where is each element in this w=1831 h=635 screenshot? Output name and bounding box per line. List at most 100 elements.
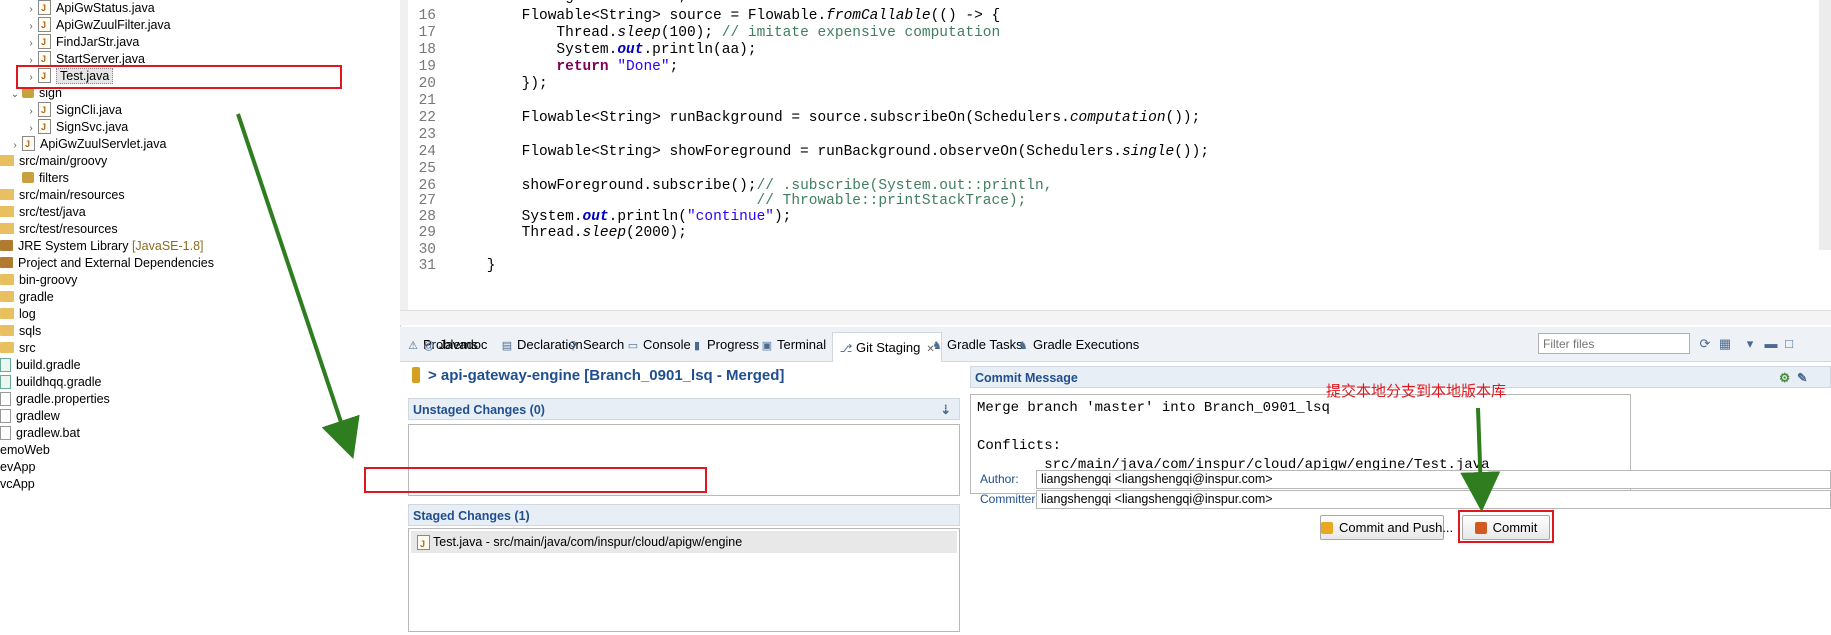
tree-item-label: filters	[39, 171, 69, 185]
staged-changes-list[interactable]: Test.java - src/main/java/com/inspur/clo…	[408, 528, 960, 632]
code-token: System.	[452, 42, 618, 58]
java-file-icon	[38, 15, 51, 35]
commit-message-label: Commit Message	[975, 371, 1078, 385]
code-token: (100);	[660, 25, 722, 41]
tab-label: Git Staging	[856, 340, 921, 355]
java-file-icon	[38, 100, 51, 120]
code-token: // Throwable::printStackTrace);	[452, 193, 1027, 209]
code-line: 22 Flowable<String> runBackground = sour…	[408, 109, 1201, 128]
folder-icon	[0, 325, 14, 336]
code-token: Thread.	[452, 225, 583, 241]
code-token: (() -> {	[930, 8, 1001, 24]
tree-item-label: FindJarStr.java	[56, 35, 140, 49]
code-token: "Done"	[617, 59, 670, 75]
code-token: sleep	[582, 225, 627, 241]
java-file-icon	[38, 117, 51, 137]
tab-search[interactable]: ⚲ Search	[566, 335, 624, 355]
maximize-icon[interactable]: □	[1780, 335, 1798, 353]
tree-item-label: log	[19, 307, 36, 321]
tab-terminal[interactable]: ▣ Terminal	[760, 335, 826, 355]
editor-vertical-scrollbar[interactable]	[1819, 0, 1831, 250]
staged-changes-header: Staged Changes (1)	[408, 504, 960, 526]
gradle-executions-icon: ♞	[1018, 340, 1028, 352]
tab-javadoc[interactable]: @ Javadoc	[422, 335, 487, 355]
code-token: "continue"	[686, 209, 774, 225]
tab-progress[interactable]: ▮ Progress	[690, 335, 759, 355]
editor-horizontal-scrollbar[interactable]	[400, 310, 1831, 325]
staged-file-row[interactable]: Test.java - src/main/java/com/inspur/clo…	[411, 531, 957, 555]
tree-item-label: sqls	[19, 324, 42, 338]
file-icon	[0, 409, 11, 423]
code-token: String aa = "Test";	[452, 0, 687, 5]
tree-item-label: src	[19, 341, 36, 355]
tab-gradle-executions[interactable]: ♞ Gradle Executions	[1016, 335, 1139, 355]
code-editor[interactable]: 15 String aa = "Test";16 Flowable<String…	[400, 0, 1831, 325]
tab-label: Gradle Tasks	[947, 337, 1023, 352]
java-file-icon	[38, 32, 51, 52]
highlight-test-java	[16, 65, 342, 89]
code-token: return	[556, 59, 609, 75]
gradle-file-icon	[0, 375, 11, 389]
filter-files-input[interactable]	[1538, 333, 1690, 354]
library-icon	[0, 257, 13, 268]
tree-item-label: gradlew	[16, 409, 60, 423]
tab-git-staging[interactable]: ⎇ Git Staging ✕	[832, 332, 942, 362]
search-icon: ⚲	[568, 340, 578, 352]
annotation-text: 提交本地分支到本地版本库	[1326, 383, 1507, 400]
git-staging-view: > api-gateway-engine [Branch_0901_lsq - …	[400, 362, 1831, 635]
amend-icon[interactable]: ✎	[1797, 367, 1807, 389]
unstaged-changes-label: Unstaged Changes (0)	[413, 403, 545, 417]
tab-label: Javadoc	[439, 337, 488, 352]
problems-icon: ⚠	[408, 340, 418, 352]
tree-item-label: ApiGwZuulFilter.java	[56, 18, 171, 32]
code-line: 24 Flowable<String> showForeground = run…	[408, 143, 1209, 162]
code-token: Flowable<String> source = Flowable.	[452, 8, 827, 24]
add-signed-off-icon[interactable]: ⚙	[1779, 367, 1790, 389]
console-icon: ▭	[627, 340, 639, 352]
package-icon	[22, 172, 34, 183]
tree-item-label: build.gradle	[16, 358, 81, 372]
tree-item-label: emoWeb	[0, 443, 50, 457]
tree-item-label: src/test/java	[19, 205, 86, 219]
declaration-icon: ▤	[501, 340, 513, 352]
library-icon	[0, 240, 13, 251]
committer-label: Committer:	[980, 492, 1039, 506]
folder-icon	[0, 291, 14, 302]
tab-label: Gradle Executions	[1033, 337, 1140, 352]
code-token: single	[1122, 144, 1175, 160]
source-folder-icon	[0, 206, 14, 217]
committer-input[interactable]: liangshengqi <liangshengqi@inspur.com>	[1036, 490, 1831, 509]
presentation-icon[interactable]: ▦	[1716, 335, 1734, 353]
tab-gradle-tasks[interactable]: ♞ Gradle Tasks	[930, 335, 1023, 355]
unstaged-changes-header: Unstaged Changes (0) ⇣	[408, 398, 960, 420]
code-token: computation	[1069, 110, 1166, 126]
tree-item-label: gradlew.bat	[16, 426, 80, 440]
code-token: ());	[1165, 110, 1201, 126]
source-folder-icon	[0, 223, 14, 234]
source-folder-icon	[0, 189, 14, 200]
view-menu-icon[interactable]: ▾	[1741, 335, 1759, 353]
tab-label: Console	[643, 337, 691, 352]
tree-item[interactable]: vcApp	[0, 474, 35, 494]
code-token: }	[452, 258, 496, 274]
tree-item-label: src/main/groovy	[19, 154, 108, 168]
sort-list-icon[interactable]: ⇣	[941, 399, 951, 421]
minimize-icon[interactable]: ▬	[1762, 335, 1780, 353]
highlight-commit-button	[1458, 510, 1554, 543]
tree-item-label: JRE System Library	[18, 239, 129, 253]
refresh-icon[interactable]: ⟳	[1696, 335, 1714, 353]
java-file-icon	[38, 0, 51, 18]
repository-title: > api-gateway-engine [Branch_0901_lsq - …	[412, 367, 784, 384]
code-token: );	[773, 209, 792, 225]
tab-label: Terminal	[777, 337, 827, 352]
tab-label: Progress	[707, 337, 760, 352]
code-token: fromCallable	[826, 8, 931, 24]
tab-console[interactable]: ▭ Console	[626, 335, 691, 355]
java-file-icon	[38, 49, 51, 69]
java-file-icon	[417, 533, 430, 555]
folder-icon	[0, 308, 14, 319]
author-input[interactable]: liangshengqi <liangshengqi@inspur.com>	[1036, 470, 1831, 489]
commit-and-push-button[interactable]: Commit and Push...	[1320, 515, 1453, 540]
code-token: sleep	[617, 25, 661, 41]
code-token: });	[452, 76, 548, 92]
